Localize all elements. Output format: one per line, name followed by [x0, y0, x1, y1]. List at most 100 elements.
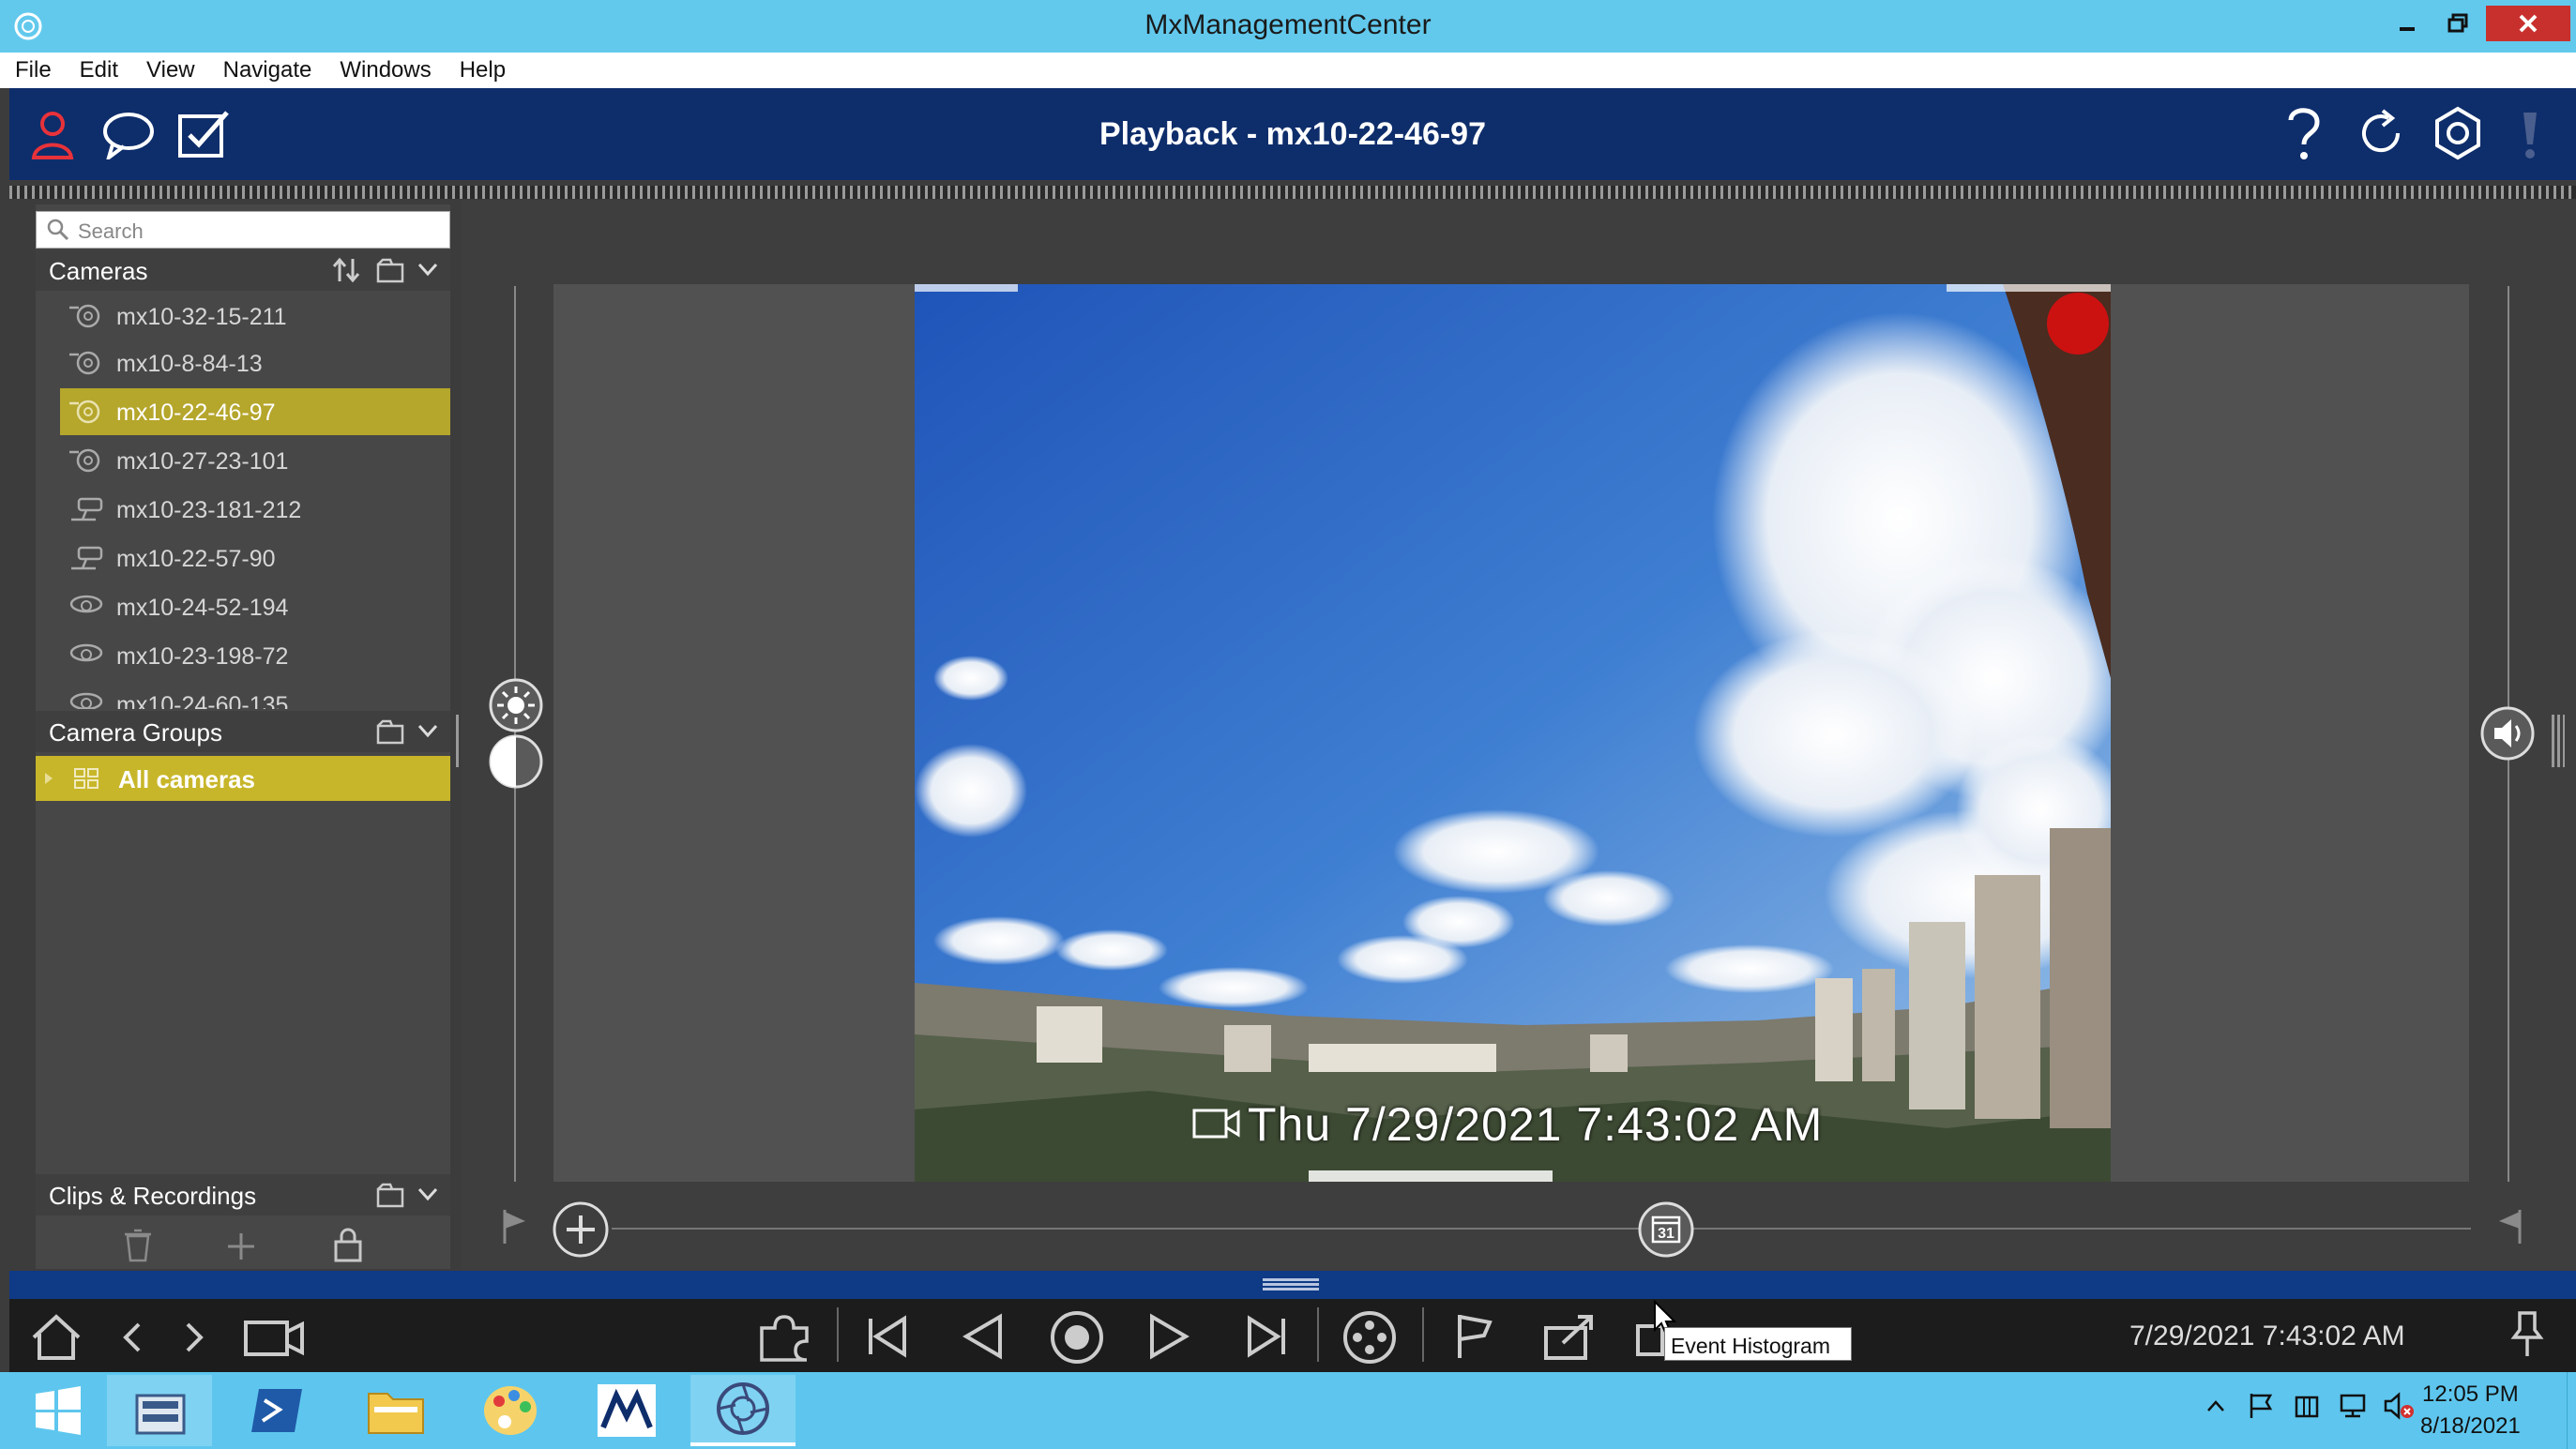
camera-item[interactable]: mx10-24-52-194 — [60, 583, 450, 630]
taskbar-powershell[interactable] — [225, 1375, 330, 1446]
cameras-section-header[interactable]: Cameras — [36, 249, 450, 291]
minimize-button[interactable] — [2383, 6, 2432, 41]
camera-label: mx10-24-60-135 — [116, 692, 289, 709]
brightness-icon[interactable] — [488, 677, 544, 733]
puzzle-icon[interactable] — [754, 1309, 814, 1366]
chevron-down-icon[interactable] — [417, 261, 439, 278]
taskbar-paint[interactable] — [458, 1375, 563, 1446]
back-icon[interactable] — [118, 1321, 146, 1354]
calendar-icon[interactable]: 31 — [1637, 1200, 1695, 1259]
tray-overflow-icon[interactable] — [2206, 1399, 2225, 1412]
dome-camera-icon — [68, 302, 105, 330]
clips-section-header[interactable]: Clips & Recordings — [36, 1174, 450, 1215]
pin-icon[interactable] — [2510, 1309, 2544, 1360]
page-title: Playback - mx10-22-46-97 — [1099, 116, 1487, 152]
fisheye-camera-icon — [68, 593, 105, 621]
lock-icon[interactable] — [332, 1227, 364, 1262]
fisheye-camera-icon — [68, 690, 105, 709]
folder-icon[interactable] — [375, 1182, 405, 1208]
menu-help[interactable]: Help — [460, 57, 506, 83]
camera-item[interactable]: mx10-27-23-101 — [60, 437, 450, 484]
contrast-icon[interactable] — [488, 733, 544, 790]
bookmark-flag-icon[interactable] — [1452, 1311, 1499, 1362]
folder-icon[interactable] — [375, 257, 405, 283]
menu-edit[interactable]: Edit — [80, 57, 118, 83]
expand-arrow-icon[interactable] — [43, 771, 54, 786]
camera-groups-section-header[interactable]: Camera Groups — [36, 711, 450, 752]
divider-grip[interactable] — [1263, 1278, 1319, 1291]
sort-icon[interactable] — [332, 257, 360, 283]
flag-end-icon[interactable] — [2495, 1208, 2523, 1245]
play-reverse-icon[interactable] — [959, 1313, 1006, 1360]
help-icon[interactable] — [2285, 105, 2323, 161]
zoom-in-icon[interactable] — [552, 1200, 610, 1259]
chevron-down-icon[interactable] — [417, 722, 439, 739]
add-icon[interactable] — [225, 1230, 257, 1262]
camera-label: mx10-23-198-72 — [116, 643, 289, 670]
group-label: All cameras — [118, 765, 255, 793]
taskbar-mxmc-active[interactable] — [690, 1375, 796, 1446]
stop-record-icon[interactable] — [1049, 1309, 1105, 1366]
tray-flag-icon[interactable] — [2248, 1392, 2274, 1420]
camera-label: mx10-23-181-212 — [116, 497, 302, 523]
skip-forward-icon[interactable] — [1244, 1313, 1291, 1360]
skip-back-icon[interactable] — [863, 1313, 910, 1360]
camera-label: mx10-22-46-97 — [116, 400, 276, 426]
tray-volume-muted-icon[interactable] — [2383, 1392, 2415, 1420]
menu-windows[interactable]: Windows — [340, 57, 431, 83]
search-input[interactable]: Search — [36, 211, 450, 249]
timestamp-text: Thu 7/29/2021 7:43:02 AM — [1248, 1098, 1824, 1151]
camera-label: mx10-22-57-90 — [116, 546, 276, 572]
camera-view-icon[interactable] — [242, 1315, 308, 1362]
camera-label: mx10-32-15-211 — [116, 304, 287, 330]
forward-icon[interactable] — [180, 1321, 208, 1354]
group-item-all-cameras[interactable]: All cameras — [36, 756, 450, 801]
export-icon[interactable] — [1542, 1311, 1599, 1362]
app-toolbar: Playback - mx10-22-46-97 — [9, 88, 2576, 180]
menu-file[interactable]: File — [15, 57, 52, 83]
start-button[interactable] — [6, 1375, 111, 1446]
layout-handle-strip[interactable] — [9, 186, 2576, 199]
tray-battery-icon[interactable] — [2293, 1392, 2323, 1420]
dome-camera-icon — [68, 398, 105, 426]
chevron-down-icon[interactable] — [417, 1185, 439, 1202]
folder-icon[interactable] — [375, 718, 405, 745]
camera-item-selected[interactable]: mx10-22-46-97 — [60, 388, 450, 435]
settings-gear-icon[interactable] — [2430, 105, 2486, 161]
camera-item[interactable]: mx10-23-198-72 — [60, 632, 450, 679]
taskbar-mobotix-app[interactable] — [574, 1375, 679, 1446]
camera-item[interactable]: mx10-23-181-212 — [60, 486, 450, 533]
toolbar-separator — [1422, 1307, 1424, 1362]
search-icon — [46, 218, 70, 242]
taskbar-clock[interactable]: 12:05 PM 8/18/2021 — [2420, 1379, 2521, 1442]
tray-network-icon[interactable] — [2338, 1392, 2370, 1420]
camera-item[interactable]: mx10-8-84-13 — [60, 340, 450, 386]
play-icon[interactable] — [1146, 1313, 1193, 1360]
film-reel-icon[interactable] — [1341, 1309, 1400, 1366]
camera-video-feed[interactable] — [915, 284, 2111, 1182]
bullet-camera-icon — [68, 495, 105, 523]
camera-label: mx10-8-84-13 — [116, 351, 263, 377]
alarm-icon[interactable] — [2516, 109, 2544, 161]
menu-view[interactable]: View — [146, 57, 195, 83]
cameras-header-label: Cameras — [49, 257, 148, 285]
restore-button[interactable] — [2433, 6, 2482, 41]
speaker-icon[interactable] — [2479, 705, 2536, 762]
panel-divider[interactable] — [9, 1271, 2576, 1299]
camera-item[interactable]: mx10-24-60-135 — [60, 681, 450, 709]
timeline-track[interactable] — [612, 1228, 2471, 1230]
menu-bar: File Edit View Navigate Windows Help — [0, 53, 2576, 88]
home-icon[interactable] — [28, 1311, 84, 1364]
trash-icon[interactable] — [122, 1229, 154, 1262]
flag-start-icon[interactable] — [501, 1208, 529, 1245]
grid-icon — [73, 767, 99, 790]
close-button[interactable] — [2486, 6, 2570, 41]
camera-item[interactable]: mx10-32-15-211 — [60, 293, 450, 340]
taskbar-server-manager[interactable] — [107, 1375, 212, 1446]
show-desktop-button[interactable] — [2567, 1372, 2576, 1449]
menu-navigate[interactable]: Navigate — [223, 57, 312, 83]
camera-item[interactable]: mx10-22-57-90 — [60, 535, 450, 581]
right-panel-splitter[interactable] — [2552, 715, 2565, 767]
refresh-icon[interactable] — [2355, 107, 2407, 159]
taskbar-file-explorer[interactable] — [343, 1375, 448, 1446]
